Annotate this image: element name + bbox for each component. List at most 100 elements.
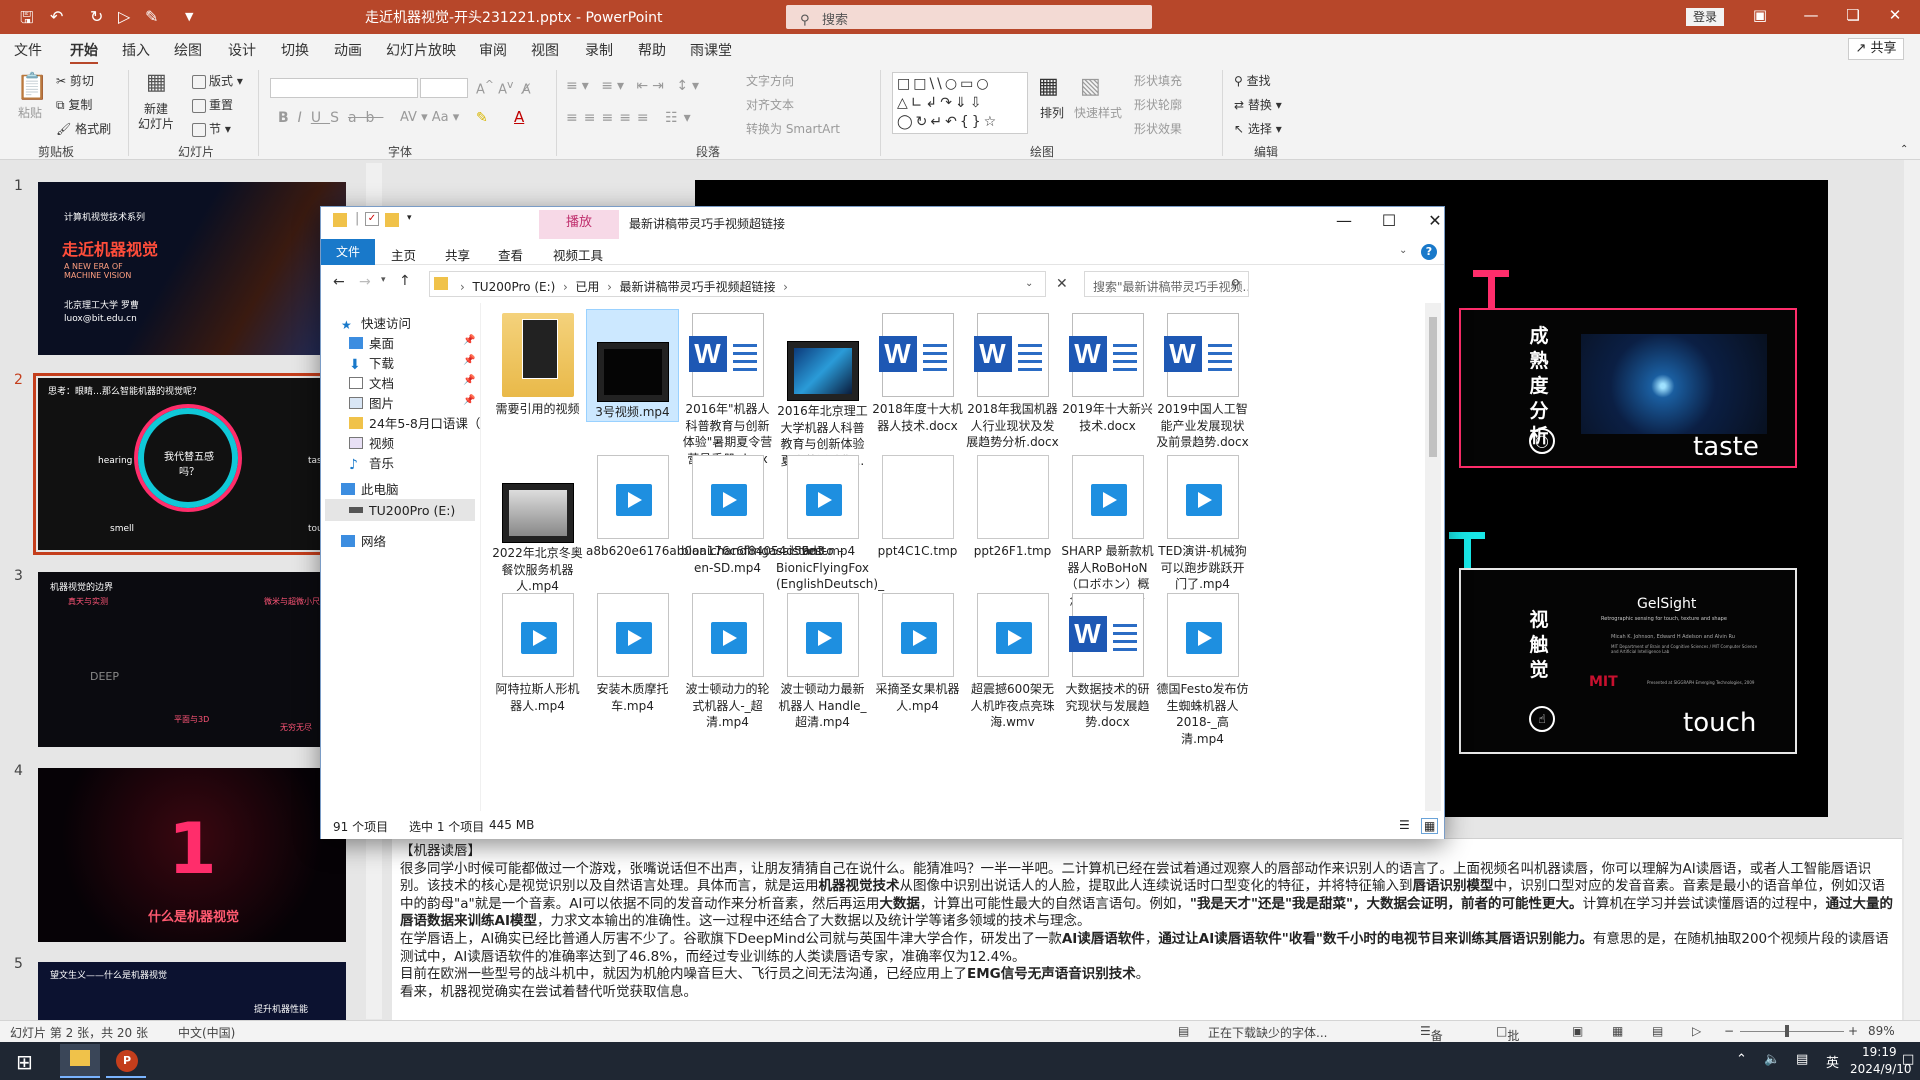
expand-ribbon-icon[interactable]: ⌄ — [1399, 245, 1407, 256]
clock-time[interactable]: 19:19 — [1862, 1045, 1897, 1059]
zoom-slider[interactable] — [1740, 1031, 1844, 1032]
file-item[interactable]: 超震撼600架无人机昨夜点亮珠海.wmv — [966, 589, 1059, 731]
breadcrumb-drive[interactable]: TU200Pro (E:) — [472, 280, 555, 294]
close-icon[interactable]: ✕ — [1420, 211, 1450, 230]
comments-button[interactable]: □ 批注 — [1496, 1024, 1519, 1060]
recent-locations-icon[interactable]: ▾ — [381, 275, 386, 285]
details-view-icon[interactable]: ☰ — [1399, 818, 1410, 832]
collapse-ribbon-icon[interactable]: ⌃ — [1900, 144, 1908, 155]
tab-animations[interactable]: 动画 — [334, 40, 362, 60]
explorer-search-input[interactable]: 搜索"最新讲稿带灵巧手视频... ⚲ — [1084, 271, 1249, 297]
file-item[interactable]: ppt26F1.tmp — [966, 451, 1059, 560]
powerpoint-taskbar-button[interactable]: P — [106, 1044, 146, 1078]
new-folder-icon[interactable] — [385, 213, 399, 227]
pen-icon[interactable]: ✎ — [145, 7, 158, 26]
slide-thumb-3[interactable]: 机器视觉的边界 真天与实测 微米与超微小尺度 DEEP 平面与3D 无穷无尽 — [38, 572, 346, 747]
restore-icon[interactable]: ❏ — [1838, 6, 1868, 24]
contextual-tab-play[interactable]: 播放 — [539, 210, 619, 239]
back-icon[interactable]: ← — [333, 274, 345, 290]
slide-scrollbar[interactable] — [1904, 160, 1920, 1020]
paste-button[interactable]: 粘贴 — [18, 104, 42, 121]
file-item[interactable]: W2016年"机器人科普教育与创新体验"暑期夏令营营员手册.docx — [681, 309, 774, 467]
notes-pane[interactable]: 【机器读唇】 很多同学小时候可能都做过一个游戏，张嘴说话但不出声，让朋友猜猜自己… — [392, 838, 1902, 1020]
nav-videos[interactable]: 视频 — [349, 433, 394, 452]
font-color-icon[interactable]: A — [514, 108, 524, 126]
minimize-icon[interactable]: — — [1329, 211, 1359, 230]
properties-icon[interactable]: ✓ — [365, 212, 379, 226]
file-item[interactable]: 2016年北京理工大学机器人科普教育与创新体验夏令营活动集... — [776, 309, 869, 469]
copy-button[interactable]: ⧉ 复制 — [56, 96, 92, 113]
file-item[interactable]: 波士顿动力最新机器人 Handle_超清.mp4 — [776, 589, 869, 731]
file-item[interactable]: 采摘圣女果机器人.mp4 — [871, 589, 964, 714]
slideshow-view-icon[interactable]: ▷ — [1692, 1024, 1701, 1038]
tab-review[interactable]: 审阅 — [479, 40, 507, 60]
nav-downloads[interactable]: ⬇ 下载 — [349, 353, 394, 373]
zoom-out-icon[interactable]: − — [1724, 1024, 1734, 1038]
shapes-gallery[interactable]: □□\\○▭○ △∟↲↷⇓⇩ ◯↻↵↶{}☆ — [892, 72, 1028, 134]
file-item[interactable]: 德国Festo发布仿生蜘蛛机器人2018-_高清.mp4 — [1156, 589, 1249, 747]
file-item[interactable]: 安装木质摩托车.mp4 — [586, 589, 679, 714]
highlight-icon[interactable]: ✎ — [476, 110, 488, 126]
file-item[interactable]: W 2019中国人工智能产业发展现状及前景趋势.docx — [1156, 309, 1249, 451]
reset-button[interactable]: 重置 — [192, 96, 233, 113]
slide-thumb-5[interactable]: 望文生义——什么是机器视觉 提升机器性能 — [38, 962, 346, 1020]
maximize-icon[interactable]: ☐ — [1374, 211, 1404, 230]
file-item[interactable]: a8b620e6176ab0aa176c6f84054d59d3.mp4 — [586, 451, 855, 560]
arrange-icon[interactable]: ▦ — [1038, 74, 1059, 99]
nav-documents[interactable]: 文档 — [349, 373, 394, 392]
windows-start-icon[interactable]: ⊞ — [16, 1050, 33, 1074]
volume-icon[interactable]: 🔈 — [1764, 1052, 1780, 1067]
new-slide-button[interactable]: 新建 幻灯片 — [138, 102, 174, 132]
nav-pictures[interactable]: 图片 — [349, 393, 394, 412]
slide-thumb-2[interactable]: 思考：眼睛…那么智能机器的视觉呢？ 我代替五感吗？ hearing smell … — [33, 373, 351, 555]
find-button[interactable]: ⚲ 查找 — [1234, 72, 1271, 89]
file-item[interactable]: Festo – BionicFlyingFox (EnglishDeutsch)… — [776, 451, 884, 609]
nav-desktop[interactable]: 桌面 — [349, 333, 394, 352]
slide-thumb-1[interactable]: 计算机视觉技术系列 走近机器视觉 A NEW ERA OF MACHINE VI… — [38, 182, 346, 355]
close-icon[interactable]: ✕ — [1880, 6, 1910, 24]
scrollbar-thumb[interactable] — [1429, 317, 1437, 457]
ribbon-display-icon[interactable]: ▣ — [1745, 6, 1775, 24]
explorer-taskbar-button[interactable] — [60, 1044, 100, 1078]
address-bar[interactable]: › TU200Pro (E:) › 已用 › 最新讲稿带灵巧手视频超链接 › ⌄ — [429, 271, 1046, 297]
zoom-in-icon[interactable]: + — [1848, 1024, 1858, 1038]
shape-fill-button[interactable]: 形状填充 — [1134, 72, 1182, 89]
redo-icon[interactable]: ↻ — [90, 7, 103, 26]
align-text-button[interactable]: 对齐文本 — [746, 96, 794, 113]
font-size-combo[interactable] — [420, 78, 468, 98]
ime-indicator[interactable]: 英 — [1826, 1052, 1839, 1071]
tab-transitions[interactable]: 切换 — [281, 40, 309, 60]
accessibility-icon[interactable]: ▤ — [1178, 1024, 1189, 1038]
nav-network[interactable]: 网络 — [341, 531, 386, 550]
paste-icon[interactable]: 📋 — [16, 72, 48, 102]
address-dropdown-icon[interactable]: ⌄ — [1025, 278, 1033, 289]
file-item[interactable]: 需要引用的视频 — [491, 309, 584, 418]
list-buttons[interactable]: ≡▾ ≡▾ ⇤⇥ ↕▾ — [566, 78, 703, 94]
font-name-combo[interactable] — [270, 78, 418, 98]
nav-course-folder[interactable]: 24年5-8月口语课（ — [349, 413, 480, 432]
undo-icon[interactable]: ↶ — [50, 7, 63, 26]
tab-share[interactable]: 共享 — [445, 245, 470, 264]
network-icon[interactable]: ▤ — [1796, 1052, 1808, 1067]
layout-button[interactable]: 版式 ▾ — [192, 72, 243, 89]
tab-home[interactable]: 主页 — [391, 245, 416, 264]
tab-file[interactable]: 文件 — [14, 40, 42, 60]
align-buttons[interactable]: ≡≡≡≡≡ ☷▾ — [566, 110, 697, 126]
large-icons-view-icon[interactable]: ▦ — [1421, 818, 1439, 834]
file-item[interactable]: TED演讲-机械狗可以跑步跳跃开门了.mp4 — [1156, 451, 1249, 593]
file-explorer-window[interactable]: | ✓ ▾ 播放 最新讲稿带灵巧手视频超链接 — ☐ ✕ 文件 主页 共享 查看… — [320, 206, 1445, 839]
file-item[interactable]: bionichandlingassistant-en-SD.mp4 — [681, 451, 827, 576]
breadcrumb-folder[interactable]: 已用 — [575, 280, 599, 294]
tab-design[interactable]: 设计 — [228, 40, 256, 60]
file-item[interactable]: W 2018年我国机器人行业现状及发展趋势分析.docx — [966, 309, 1059, 451]
replace-button[interactable]: ⇄ 替换 ▾ — [1234, 96, 1282, 113]
zoom-level[interactable]: 89% — [1868, 1024, 1895, 1038]
file-item[interactable]: W 大数据技术的研究现状与发展趋势.docx — [1061, 589, 1154, 731]
clear-address-icon[interactable]: ✕ — [1056, 276, 1068, 292]
shape-outline-button[interactable]: 形状轮廓 — [1134, 96, 1182, 113]
search-box[interactable]: ⚲ 搜索 — [786, 5, 1152, 29]
file-item[interactable]: 2022年北京冬奥餐饮服务机器人.mp4 — [491, 451, 584, 595]
tab-home[interactable]: 开始 — [70, 40, 98, 65]
tab-view[interactable]: 查看 — [498, 245, 523, 264]
forward-icon[interactable]: → — [359, 274, 371, 290]
